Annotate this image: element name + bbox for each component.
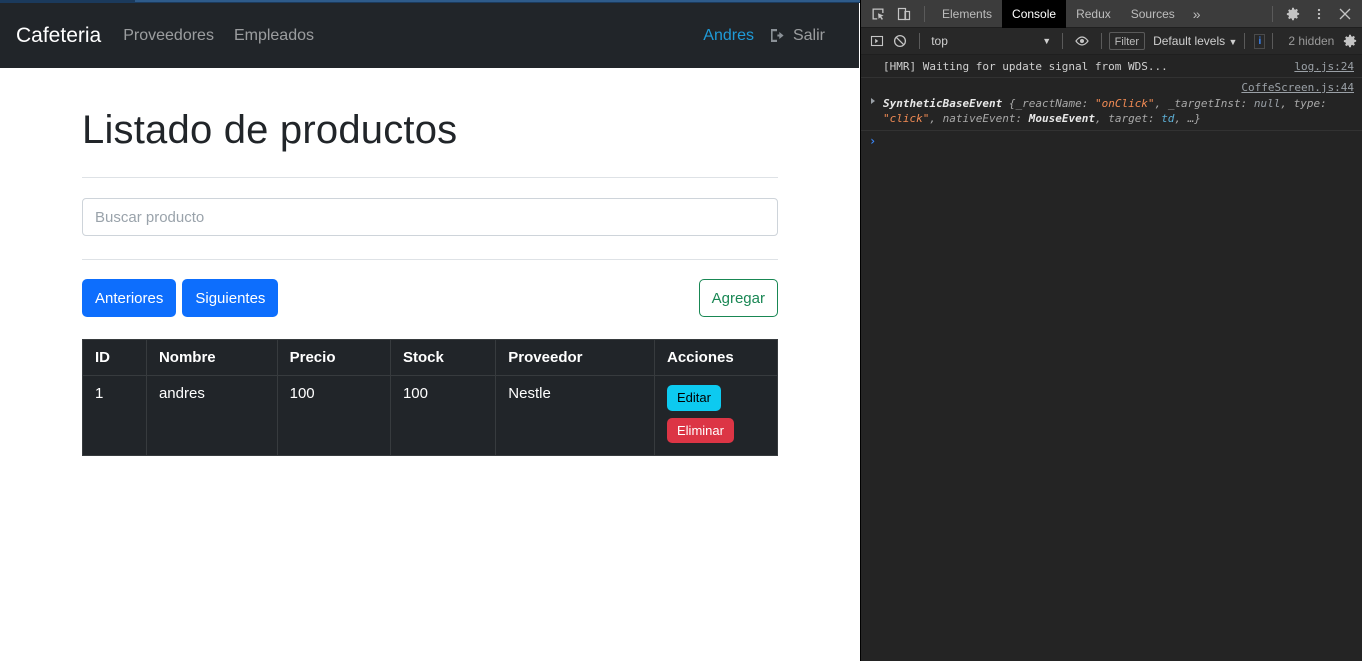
- console-prompt[interactable]: ›: [861, 131, 1362, 151]
- tabbar-separator-right: [1272, 5, 1273, 22]
- filterbar-separator-4: [1244, 33, 1246, 49]
- info-badge-icon[interactable]: i: [1254, 33, 1266, 49]
- page-container: Listado de productos Anteriores Siguient…: [0, 106, 859, 456]
- inspect-element-icon[interactable]: [865, 1, 891, 27]
- object-value-1: null: [1253, 97, 1281, 110]
- console-event-source-link[interactable]: CoffeScreen.js:44: [883, 80, 1354, 95]
- devtools-tabbar: Elements Console Redux Sources »: [861, 0, 1362, 28]
- execution-context-value: top: [931, 34, 948, 48]
- next-page-button[interactable]: Siguientes: [182, 279, 279, 317]
- navbar-username[interactable]: Andres: [703, 27, 754, 45]
- object-value-3: MouseEvent: [1028, 112, 1095, 125]
- nav-link-proveedores[interactable]: Proveedores: [123, 27, 214, 45]
- products-table: ID Nombre Precio Stock Proveedor Accione…: [82, 339, 778, 456]
- object-key-4: target:: [1108, 112, 1155, 125]
- console-object-preview: SyntheticBaseEvent {_reactName: "onClick…: [883, 97, 1327, 125]
- app-root: Cafeteria Proveedores Empleados Andres S…: [0, 0, 1362, 661]
- object-key-1: _targetInst:: [1167, 97, 1248, 110]
- column-header-stock: Stock: [389, 339, 497, 376]
- object-ellipsis: …}: [1187, 112, 1201, 125]
- console-message-text: [HMR] Waiting for update signal from WDS…: [883, 60, 1168, 73]
- object-value-2: "click": [883, 112, 930, 125]
- divider-top: [82, 177, 778, 178]
- tab-console[interactable]: Console: [1002, 0, 1067, 28]
- table-header-row: ID Nombre Precio Stock Proveedor Accione…: [82, 339, 778, 376]
- console-filter-input[interactable]: Filter: [1108, 32, 1146, 50]
- logout-button[interactable]: Salir: [770, 27, 825, 45]
- object-value-0: "onClick": [1094, 97, 1155, 110]
- filterbar-separator-5: [1272, 33, 1274, 49]
- hidden-messages-count: 2 hidden: [1288, 34, 1335, 48]
- execution-context-icon[interactable]: [865, 28, 889, 54]
- cell-id[interactable]: 1: [82, 375, 147, 456]
- navbar-brand[interactable]: Cafeteria: [16, 24, 101, 48]
- execution-context-select[interactable]: top ▼: [927, 32, 1055, 51]
- navbar-links: Proveedores Empleados: [123, 27, 314, 45]
- column-header-proveedor: Proveedor: [495, 339, 655, 376]
- cell-acciones: Editar Eliminar: [654, 375, 778, 456]
- clear-console-icon[interactable]: [889, 28, 913, 54]
- gear-icon[interactable]: [1280, 1, 1306, 27]
- log-levels-select[interactable]: Default levels ▼: [1153, 34, 1237, 48]
- sign-out-icon: [770, 28, 787, 43]
- tab-sources[interactable]: Sources: [1121, 0, 1185, 28]
- object-value-4[interactable]: td: [1161, 112, 1174, 125]
- products-table-wrapper: ID Nombre Precio Stock Proveedor Accione…: [82, 339, 778, 456]
- table-row[interactable]: 1 andres 100 100 Nestle Editar Eliminar: [82, 375, 778, 456]
- log-levels-value: Default levels: [1153, 34, 1226, 48]
- console-message-hmr[interactable]: [HMR] Waiting for update signal from WDS…: [861, 56, 1362, 78]
- object-class-name: SyntheticBaseEvent: [883, 97, 1003, 110]
- column-header-id: ID: [82, 339, 147, 376]
- object-key-0: _reactName:: [1015, 97, 1089, 110]
- nav-link-empleados[interactable]: Empleados: [234, 27, 314, 45]
- filterbar-separator-1: [919, 33, 921, 49]
- chevron-down-icon: ▼: [1042, 36, 1052, 46]
- console-message-event[interactable]: CoffeScreen.js:44 SyntheticBaseEvent {_r…: [861, 78, 1362, 131]
- object-key-3: nativeEvent:: [942, 112, 1023, 125]
- divider-bottom: [82, 259, 778, 260]
- search-input[interactable]: [82, 198, 778, 236]
- tabbar-separator: [924, 5, 925, 22]
- console-filter-bar: top ▼ Filter Default levels ▼ i 2 hidden: [861, 28, 1362, 55]
- cell-stock[interactable]: 100: [389, 375, 497, 456]
- chevron-down-icon-levels: ▼: [1228, 37, 1238, 47]
- cell-nombre[interactable]: andres: [145, 375, 278, 456]
- device-toolbar-icon[interactable]: [891, 1, 917, 27]
- edit-button[interactable]: Editar: [667, 385, 721, 411]
- console-prompt-caret-icon: ›: [869, 134, 877, 148]
- navbar: Cafeteria Proveedores Empleados Andres S…: [0, 3, 859, 68]
- filterbar-separator-3: [1100, 33, 1102, 49]
- tab-elements[interactable]: Elements: [932, 0, 1002, 28]
- tab-redux[interactable]: Redux: [1066, 0, 1121, 28]
- web-page: Cafeteria Proveedores Empleados Andres S…: [0, 3, 859, 661]
- devtools-panel: Elements Console Redux Sources » top ▼ F…: [860, 0, 1362, 661]
- console-settings-icon[interactable]: [1338, 28, 1362, 54]
- console-message-source-link[interactable]: log.js:24: [1294, 59, 1354, 74]
- delete-button[interactable]: Eliminar: [667, 417, 734, 444]
- navbar-right: Andres Salir: [703, 27, 843, 45]
- column-header-acciones: Acciones: [654, 339, 778, 376]
- cell-proveedor[interactable]: Nestle: [495, 375, 655, 456]
- more-tabs-icon[interactable]: »: [1185, 6, 1209, 22]
- logout-label: Salir: [792, 26, 825, 44]
- close-icon[interactable]: [1332, 1, 1358, 27]
- filterbar-separator-2: [1062, 33, 1064, 49]
- object-key-2: type:: [1293, 97, 1327, 110]
- live-expression-icon[interactable]: [1070, 28, 1094, 54]
- page-title: Listado de productos: [82, 108, 458, 152]
- cell-precio[interactable]: 100: [276, 375, 391, 456]
- devtools-tabbar-actions: [1265, 1, 1362, 27]
- previous-page-button[interactable]: Anteriores: [82, 279, 177, 317]
- expand-object-icon[interactable]: [871, 98, 875, 104]
- console-output[interactable]: [HMR] Waiting for update signal from WDS…: [861, 56, 1362, 661]
- column-header-nombre: Nombre: [145, 339, 278, 376]
- pagination-toolbar: Anteriores Siguientes Agregar: [82, 279, 778, 317]
- table-head: ID Nombre Precio Stock Proveedor Accione…: [82, 339, 778, 376]
- column-header-precio: Precio: [276, 339, 391, 376]
- more-options-icon[interactable]: [1306, 1, 1332, 27]
- table-body: 1 andres 100 100 Nestle Editar Eliminar: [82, 375, 778, 456]
- add-product-button[interactable]: Agregar: [698, 279, 778, 317]
